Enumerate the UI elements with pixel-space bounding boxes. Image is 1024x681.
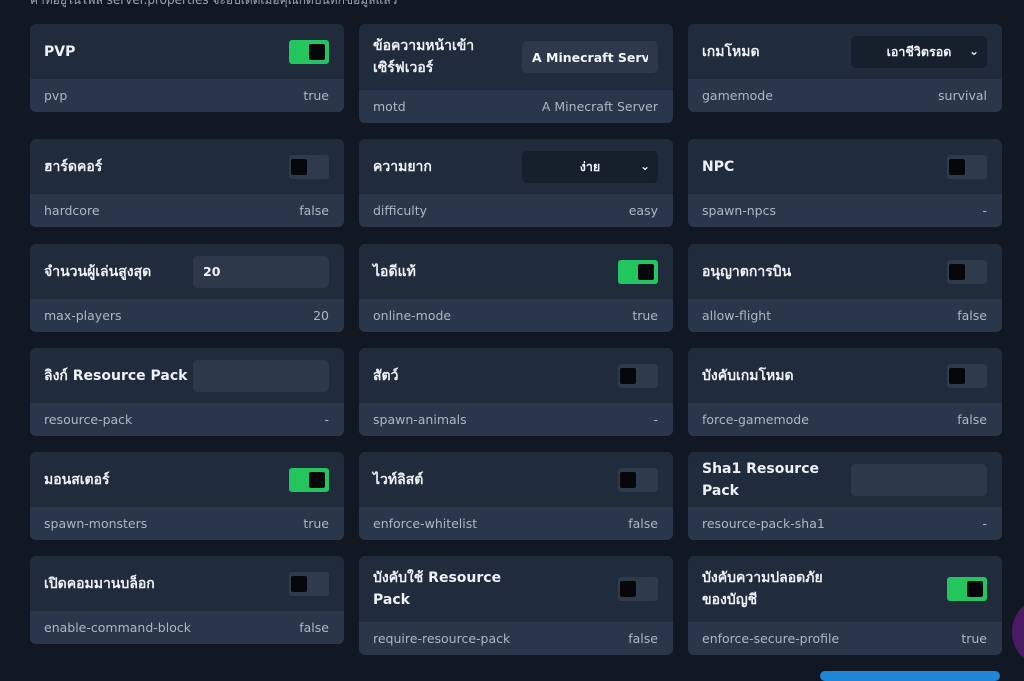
resource-pack-sha1-input[interactable] <box>851 463 987 496</box>
card-enforce-whitelist: ไวท์ลิสต์ enforce-whitelist false <box>359 452 673 540</box>
chevron-down-icon: ⌄ <box>968 43 979 58</box>
floating-chat-button[interactable] <box>1012 602 1024 662</box>
property-value: true <box>961 631 987 646</box>
card-label: ฮาร์ดคอร์ <box>44 158 103 175</box>
difficulty-select[interactable]: ง่าย ⌄ <box>522 150 658 183</box>
save-button-edge[interactable] <box>820 671 1000 681</box>
card-label: เกมโหมด <box>702 43 760 60</box>
card-label: อนุญาตการบิน <box>702 263 792 280</box>
property-key: pvp <box>44 88 68 103</box>
property-value: 20 <box>313 308 329 323</box>
card-label: บังคับเกมโหมด <box>702 367 794 384</box>
property-value: true <box>632 308 658 323</box>
card-label: NPC <box>702 158 735 175</box>
enable-command-block-toggle[interactable] <box>289 571 329 596</box>
spawn-npcs-toggle[interactable] <box>947 154 987 179</box>
property-key: enable-command-block <box>44 620 191 635</box>
property-key: resource-pack <box>44 412 133 427</box>
card-label: ข้อความหน้าเข้าเซิร์ฟเวอร์ <box>373 38 475 76</box>
property-key: spawn-monsters <box>44 516 148 531</box>
max-players-input[interactable] <box>193 255 329 288</box>
property-key: difficulty <box>373 203 428 218</box>
require-resource-pack-toggle[interactable] <box>618 577 658 601</box>
enforce-whitelist-toggle[interactable] <box>618 467 658 492</box>
properties-grid: PVP pvp true ข้อความหน้าเข้าเซิร์ฟเวอร์ … <box>30 24 1002 655</box>
motd-input[interactable] <box>522 41 658 73</box>
card-force-gamemode: บังคับเกมโหมด force-gamemode false <box>688 348 1002 436</box>
gamemode-select[interactable]: เอาชีวิตรอด ⌄ <box>851 35 987 68</box>
property-key: motd <box>373 99 406 114</box>
card-resource-pack: ลิงก์ Resource Pack resource-pack - <box>30 348 344 436</box>
card-motd: ข้อความหน้าเข้าเซิร์ฟเวอร์ motd A Minecr… <box>359 24 673 123</box>
card-label: เปิดคอมมานบล็อก <box>44 575 155 592</box>
property-key: hardcore <box>44 203 100 218</box>
force-gamemode-toggle[interactable] <box>947 363 987 388</box>
property-value: - <box>982 203 987 218</box>
online-mode-toggle[interactable] <box>618 259 658 284</box>
property-value: - <box>653 412 658 427</box>
property-key: online-mode <box>373 308 452 323</box>
card-label: Sha1 Resource Pack <box>702 460 820 499</box>
card-label: ความยาก <box>373 158 432 175</box>
property-value: false <box>628 631 658 646</box>
property-value: false <box>299 203 329 218</box>
card-max-players: จำนวนผู้เล่นสูงสุด max-players 20 <box>30 244 344 332</box>
select-value: เอาชีวิตรอด <box>886 43 952 59</box>
property-value: false <box>957 308 987 323</box>
property-value: false <box>957 412 987 427</box>
property-value: easy <box>628 203 658 218</box>
card-pvp: PVP pvp true <box>30 24 344 112</box>
property-value: - <box>982 516 987 531</box>
property-value: true <box>303 516 329 531</box>
property-value: A Minecraft Server <box>541 99 658 114</box>
card-spawn-monsters: มอนสเตอร์ spawn-monsters true <box>30 452 344 540</box>
card-label: ไวท์ลิสต์ <box>373 471 424 488</box>
card-hardcore: ฮาร์ดคอร์ hardcore false <box>30 139 344 227</box>
property-key: gamemode <box>702 88 773 103</box>
card-label: ลิงก์ Resource Pack <box>44 367 188 384</box>
property-value: true <box>303 88 329 103</box>
spawn-monsters-toggle[interactable] <box>289 467 329 492</box>
card-label: สัตว์ <box>373 367 399 384</box>
card-require-resource-pack: บังคับใช้ Resource Pack require-resource… <box>359 556 673 655</box>
card-resource-pack-sha1: Sha1 Resource Pack resource-pack-sha1 - <box>688 452 1002 540</box>
card-label: ไอดีแท้ <box>373 263 416 280</box>
property-value: survival <box>938 88 987 103</box>
property-value: false <box>628 516 658 531</box>
card-label: จำนวนผู้เล่นสูงสุด <box>44 263 152 280</box>
card-label: บังคับใช้ Resource Pack <box>373 570 502 608</box>
property-value: - <box>324 412 329 427</box>
header-note: ค่าที่อยู่ในไฟล์ server.properties จะอัป… <box>30 0 398 7</box>
card-label: บังคับความปลอดภัยของบัญชี <box>702 570 823 608</box>
card-allow-flight: อนุญาตการบิน allow-flight false <box>688 244 1002 332</box>
card-difficulty: ความยาก ง่าย ⌄ difficulty easy <box>359 139 673 227</box>
resource-pack-input[interactable] <box>193 359 329 392</box>
card-spawn-animals: สัตว์ spawn-animals - <box>359 348 673 436</box>
property-key: spawn-animals <box>373 412 467 427</box>
property-key: require-resource-pack <box>373 631 511 646</box>
property-key: enforce-whitelist <box>373 516 478 531</box>
property-key: spawn-npcs <box>702 203 777 218</box>
property-key: force-gamemode <box>702 412 809 427</box>
spawn-animals-toggle[interactable] <box>618 363 658 388</box>
property-key: enforce-secure-profile <box>702 631 840 646</box>
allow-flight-toggle[interactable] <box>947 259 987 284</box>
pvp-toggle[interactable] <box>289 39 329 64</box>
card-spawn-npcs: NPC spawn-npcs - <box>688 139 1002 227</box>
card-online-mode: ไอดีแท้ online-mode true <box>359 244 673 332</box>
card-enable-command-block: เปิดคอมมานบล็อก enable-command-block fal… <box>30 556 344 644</box>
chevron-down-icon: ⌄ <box>639 158 650 173</box>
card-label: PVP <box>44 43 76 60</box>
property-value: false <box>299 620 329 635</box>
card-label: มอนสเตอร์ <box>44 471 110 488</box>
property-key: allow-flight <box>702 308 772 323</box>
enforce-secure-profile-toggle[interactable] <box>947 577 987 601</box>
select-value: ง่าย <box>579 158 601 174</box>
card-enforce-secure-profile: บังคับความปลอดภัยของบัญชี enforce-secure… <box>688 556 1002 655</box>
property-key: resource-pack-sha1 <box>702 516 825 531</box>
property-key: max-players <box>44 308 122 323</box>
hardcore-toggle[interactable] <box>289 154 329 179</box>
card-gamemode: เกมโหมด เอาชีวิตรอด ⌄ gamemode survival <box>688 24 1002 112</box>
